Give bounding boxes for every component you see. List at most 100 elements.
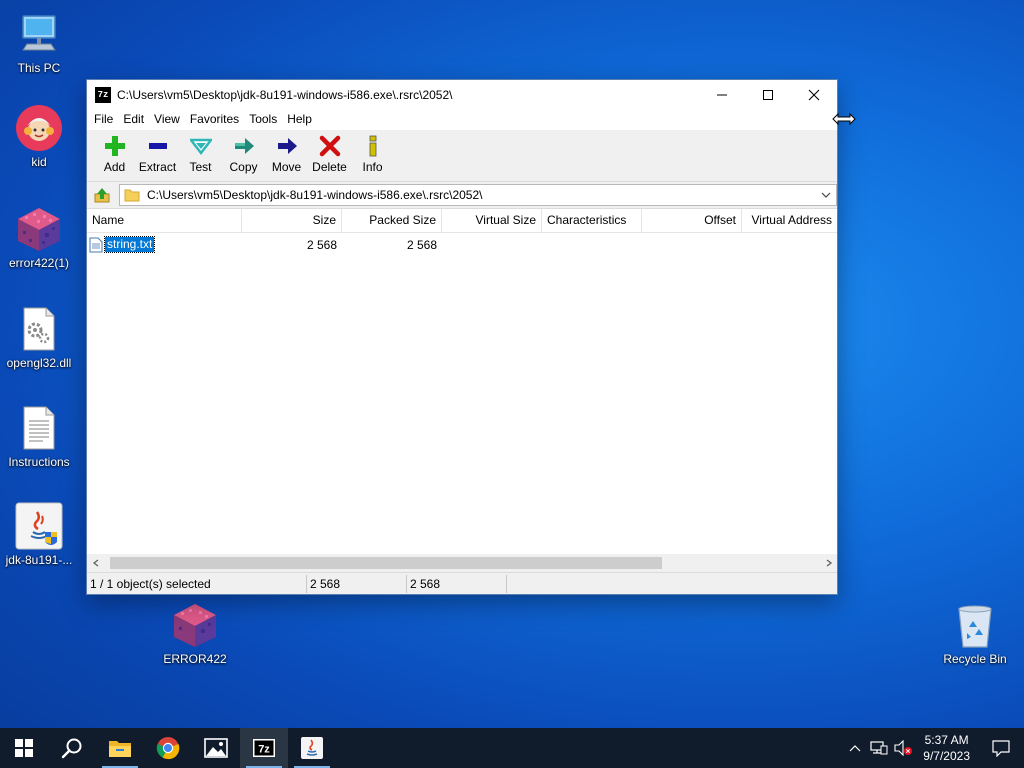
file-explorer-icon xyxy=(109,741,131,757)
desktop-icon-instructions[interactable]: Instructions xyxy=(1,404,77,469)
scroll-left-button[interactable] xyxy=(87,554,104,571)
menu-edit[interactable]: Edit xyxy=(118,109,149,130)
start-icon xyxy=(15,739,33,757)
status-bar: 1 / 1 object(s) selected 2 568 2 568 xyxy=(87,572,837,594)
notification-center-button[interactable] xyxy=(978,728,1024,768)
move-button[interactable]: Move xyxy=(265,130,308,180)
desktop-icon-this-pc[interactable]: This PC xyxy=(1,10,77,75)
folder-icon xyxy=(124,189,140,202)
menu-view[interactable]: View xyxy=(149,109,185,130)
column-header-virtual-address[interactable]: Virtual Address xyxy=(742,209,837,232)
delete-icon xyxy=(319,135,340,157)
column-header-characteristics[interactable]: Characteristics xyxy=(542,209,642,232)
taskbar-chrome[interactable] xyxy=(144,728,192,768)
close-button[interactable] xyxy=(791,80,837,109)
search-button[interactable] xyxy=(48,728,96,768)
network-button[interactable] xyxy=(867,728,891,768)
column-header-name[interactable]: Name xyxy=(87,209,242,232)
delete-button[interactable]: Delete xyxy=(308,130,351,180)
maximize-icon xyxy=(763,89,773,100)
menu-file[interactable]: File xyxy=(89,109,118,130)
menu-favorites[interactable]: Favorites xyxy=(185,109,244,130)
volume-muted-icon xyxy=(894,740,913,756)
file-size-cell: 2 568 xyxy=(306,237,337,252)
column-header-packed-size[interactable]: Packed Size xyxy=(342,209,442,232)
status-size: 2 568 xyxy=(307,574,407,593)
up-folder-button[interactable] xyxy=(91,184,113,206)
extract-icon xyxy=(148,143,167,149)
add-button[interactable]: Add xyxy=(93,130,136,180)
desktop-icon-recycle-bin[interactable]: Recycle Bin xyxy=(937,601,1013,666)
taskbar-7zip[interactable]: 7z xyxy=(240,728,288,768)
taskbar-java[interactable] xyxy=(288,728,336,768)
copy-button[interactable]: Copy xyxy=(222,130,265,180)
volume-button[interactable] xyxy=(891,728,915,768)
desktop-icon-error422[interactable]: ERROR422 xyxy=(157,601,233,666)
show-hidden-icons-button[interactable] xyxy=(843,728,867,768)
scroll-track[interactable] xyxy=(104,554,820,571)
java-icon xyxy=(301,737,323,759)
scroll-thumb[interactable] xyxy=(110,557,662,569)
title-bar[interactable]: 7z C:\Users\vm5\Desktop\jdk-8u191-window… xyxy=(87,80,837,109)
window-title: C:\Users\vm5\Desktop\jdk-8u191-windows-i… xyxy=(117,87,453,102)
chevron-left-icon xyxy=(92,558,98,567)
7zip-app-icon: 7z xyxy=(95,86,111,103)
move-label: Move xyxy=(271,160,302,174)
network-icon xyxy=(870,741,888,755)
desktop-icon-opengl32[interactable]: opengl32.dll xyxy=(1,305,77,370)
java-installer-icon xyxy=(15,502,63,550)
taskbar: 7z 5:37 AM 9/7/2023 xyxy=(0,728,1024,768)
list-header: Name Size Packed Size Virtual Size Chara… xyxy=(87,209,837,233)
desktop-icon-label: opengl32.dll xyxy=(6,356,72,370)
start-button[interactable] xyxy=(0,728,48,768)
system-tray: 5:37 AM 9/7/2023 xyxy=(843,728,1024,768)
chevron-right-icon xyxy=(826,558,832,567)
search-icon xyxy=(61,738,82,759)
copy-label: Copy xyxy=(229,160,258,174)
info-label: Info xyxy=(362,160,383,174)
toolbar: Add Extract Test Copy Move Delete Info xyxy=(87,130,837,182)
desktop-icon-label: jdk-8u191-... xyxy=(5,553,73,567)
address-field[interactable]: C:\Users\vm5\Desktop\jdk-8u191-windows-i… xyxy=(119,184,837,206)
column-header-size[interactable]: Size xyxy=(242,209,342,232)
menu-help[interactable]: Help xyxy=(282,109,317,130)
7zip-icon: 7z xyxy=(253,739,275,757)
minimize-button[interactable] xyxy=(699,80,745,109)
test-button[interactable]: Test xyxy=(179,130,222,180)
text-document-icon xyxy=(15,404,63,452)
desktop-icon-error422-1[interactable]: error422(1) xyxy=(1,205,77,270)
menu-tools[interactable]: Tools xyxy=(244,109,282,130)
file-list[interactable]: Name Size Packed Size Virtual Size Chara… xyxy=(87,208,837,571)
taskbar-file-explorer[interactable] xyxy=(96,728,144,768)
up-folder-icon xyxy=(94,188,110,203)
horizontal-scrollbar[interactable] xyxy=(87,554,837,571)
chevron-up-icon xyxy=(849,745,861,752)
file-name-cell[interactable]: string.txt xyxy=(87,236,242,253)
7zip-file-manager-window[interactable]: 7z C:\Users\vm5\Desktop\jdk-8u191-window… xyxy=(86,79,838,595)
info-button[interactable]: Info xyxy=(351,130,394,180)
recycle-bin-icon xyxy=(951,601,999,649)
add-label: Add xyxy=(103,160,126,174)
status-selection: 1 / 1 object(s) selected xyxy=(87,574,307,593)
clock[interactable]: 5:37 AM 9/7/2023 xyxy=(915,732,978,764)
kid-avatar-icon xyxy=(15,104,63,152)
maximize-button[interactable] xyxy=(745,80,791,109)
move-icon xyxy=(277,138,297,154)
extract-button[interactable]: Extract xyxy=(136,130,179,180)
error-cube-icon xyxy=(15,205,63,253)
taskbar-photos[interactable] xyxy=(192,728,240,768)
dll-file-icon xyxy=(15,305,63,353)
photos-icon xyxy=(204,738,228,758)
column-header-virtual-size[interactable]: Virtual Size xyxy=(442,209,542,232)
chevron-down-icon[interactable] xyxy=(820,189,832,201)
desktop-icon-kid[interactable]: kid xyxy=(1,104,77,169)
notification-icon xyxy=(992,740,1010,757)
table-row[interactable]: string.txt 2 568 2 568 xyxy=(87,235,837,254)
scroll-right-button[interactable] xyxy=(820,554,837,571)
file-packed-size-cell: 2 568 xyxy=(406,237,437,252)
this-pc-icon xyxy=(15,10,63,58)
desktop-icon-jdk-installer[interactable]: jdk-8u191-... xyxy=(1,502,77,567)
desktop-icon-label: ERROR422 xyxy=(163,652,227,666)
column-header-offset[interactable]: Offset xyxy=(642,209,742,232)
add-icon xyxy=(104,136,125,156)
